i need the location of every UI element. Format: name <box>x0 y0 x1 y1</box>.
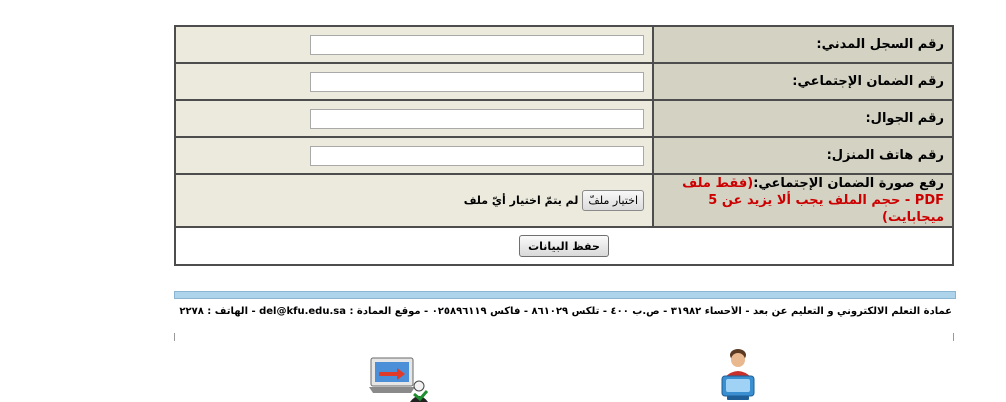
footer-divider <box>174 291 956 299</box>
civil-id-input[interactable] <box>310 34 644 55</box>
home-phone-input[interactable] <box>310 145 644 166</box>
form-row-mobile: رقم الجوال: <box>174 99 954 138</box>
form-row-home-phone: رقم هاتف المنزل: <box>174 136 954 175</box>
divider-tick-right <box>953 333 954 341</box>
form-row-submit: حفظ البيانات <box>174 226 954 266</box>
footer-contact-info: عمادة التعلم الالكتروني و التعليم عن بعد… <box>178 306 952 317</box>
upload-label-cell: رفع صورة الضمان الإجتماعي:(فقط ملف PDF -… <box>652 173 954 228</box>
user-at-computer-icon[interactable] <box>719 346 757 402</box>
upload-label: رفع صورة الضمان الإجتماعي: <box>753 176 944 191</box>
social-security-input[interactable] <box>310 71 644 92</box>
mobile-input[interactable] <box>310 108 644 129</box>
save-data-button[interactable]: حفظ البيانات <box>519 235 609 258</box>
file-picker: اختيار ملفّ لم يتمّ اختيار أيّ ملف <box>176 190 644 211</box>
divider-tick-left <box>174 333 175 341</box>
laptop-user-icon[interactable] <box>369 356 433 402</box>
form-row-upload: رفع صورة الضمان الإجتماعي:(فقط ملف PDF -… <box>174 173 954 228</box>
choose-file-button[interactable]: اختيار ملفّ <box>582 190 644 211</box>
civil-id-label: رقم السجل المدني: <box>652 25 954 64</box>
mobile-label: رقم الجوال: <box>652 99 954 138</box>
file-status: لم يتمّ اختيار أيّ ملف <box>463 194 579 207</box>
registration-form: رقم السجل المدني: رقم الضمان الإجتماعي: … <box>174 25 954 266</box>
home-phone-label: رقم هاتف المنزل: <box>652 136 954 175</box>
social-security-label: رقم الضمان الإجتماعي: <box>652 62 954 101</box>
form-row-civil-id: رقم السجل المدني: <box>174 25 954 64</box>
form-row-social-security: رقم الضمان الإجتماعي: <box>174 62 954 101</box>
